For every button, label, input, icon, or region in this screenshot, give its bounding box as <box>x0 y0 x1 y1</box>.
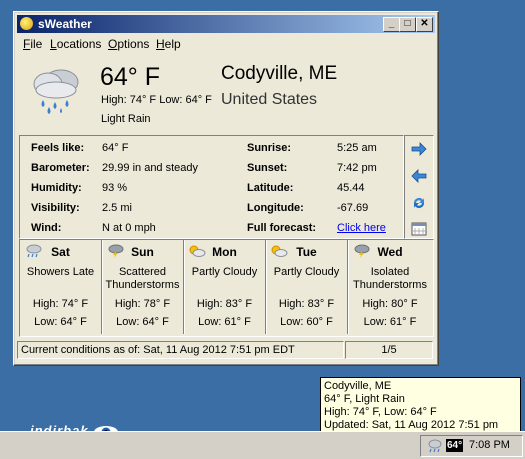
latitude-value: 45.44 <box>337 182 365 194</box>
forecast-high: High: 83° F <box>278 298 335 310</box>
tooltip-location: Codyville, ME <box>324 380 392 392</box>
forecast-condition: Partly Cloudy <box>191 266 258 278</box>
maximize-button[interactable]: □ <box>399 17 416 32</box>
visibility-value: 2.5 mi <box>102 202 132 214</box>
longitude-label: Longitude: <box>247 202 304 214</box>
menu-help[interactable]: Help <box>156 37 181 51</box>
forecast-day-name: Sat <box>51 245 70 259</box>
forecast-day-sun: Sun Scattered Thunderstorms High: 78° F … <box>102 240 184 334</box>
latitude-label: Latitude: <box>247 182 294 194</box>
feels-like-value: 64° F <box>102 142 129 154</box>
location-country: United States <box>221 91 318 108</box>
menu-file[interactable]: File <box>23 37 42 51</box>
rain-cloud-icon <box>33 69 79 114</box>
status-page-indicator: 1/5 <box>345 341 433 359</box>
forecast-high: High: 80° F <box>362 298 418 310</box>
sunrise-label: Sunrise: <box>247 142 292 154</box>
tray-temperature[interactable]: 64° <box>446 439 464 452</box>
forecast-condition: Partly Cloudy <box>273 266 340 278</box>
barometer-value: 29.99 in and steady <box>102 162 199 174</box>
tooltip-conditions: 64° F, Light Rain <box>324 393 405 405</box>
current-temperature: 64° F <box>100 63 161 91</box>
forecast-condition: Scattered Thunderstorms <box>105 266 180 291</box>
menu-locations[interactable]: Locations <box>50 37 101 51</box>
location-city: Codyville, ME <box>221 63 338 84</box>
humidity-value: 93 % <box>102 182 128 194</box>
sunset-label: Sunset: <box>247 162 288 174</box>
minimize-button[interactable]: _ <box>383 17 400 32</box>
title-bar[interactable]: sWeather _ □ ✕ <box>17 15 435 33</box>
sun-app-icon <box>20 17 33 30</box>
arrow-right-icon[interactable] <box>411 142 427 156</box>
system-tray: 64° 7:08 PM <box>420 435 523 457</box>
status-conditions: Current conditions as of: Sat, 11 Aug 20… <box>17 341 344 359</box>
sunrise-value: 5:25 am <box>337 142 377 154</box>
feels-like-row: Feels like: <box>31 142 84 160</box>
forecast-low: Low: 64° F <box>116 316 169 328</box>
forecast-condition: Isolated Thunderstorms <box>353 266 427 291</box>
status-bar: Current conditions as of: Sat, 11 Aug 20… <box>17 341 433 359</box>
humidity-label: Humidity: <box>31 182 82 194</box>
forecast-day-tue: Tue Partly Cloudy High: 83° F Low: 60° F <box>266 240 348 334</box>
forecast-day-wed: Wed Isolated Thunderstorms High: 80° F L… <box>348 240 432 334</box>
barometer-label: Barometer: <box>31 162 90 174</box>
tray-tooltip: Codyville, ME 64° F, Light Rain High: 74… <box>320 377 521 444</box>
full-forecast-link[interactable]: Click here <box>337 222 386 234</box>
longitude-value: -67.69 <box>337 202 369 214</box>
forecast-low: Low: 64° F <box>34 316 87 328</box>
close-button[interactable]: ✕ <box>416 17 433 32</box>
menu-options[interactable]: Options <box>108 37 149 51</box>
forecast-low: Low: 61° F <box>198 316 251 328</box>
forecast-low: Low: 60° F <box>280 316 333 328</box>
sunset-value: 7:42 pm <box>337 162 377 174</box>
wind-label: Wind: <box>31 222 62 234</box>
details-panel: Feels like: 64° F Barometer: 29.99 in an… <box>19 135 404 239</box>
window-title: sWeather <box>38 17 92 31</box>
taskbar-clock[interactable]: 7:08 PM <box>469 439 510 451</box>
current-high-low: High: 74° F Low: 64° F <box>101 94 212 106</box>
wind-value: N at 0 mph <box>102 222 156 234</box>
forecast-condition: Showers Late <box>26 266 95 278</box>
forecast-day-sat: Sat Showers Late High: 74° F Low: 64° F <box>20 240 102 334</box>
current-condition: Light Rain <box>101 113 151 125</box>
forecast-day-name: Wed <box>377 245 403 259</box>
refresh-icon[interactable] <box>411 196 427 210</box>
forecast-high: High: 78° F <box>114 298 171 310</box>
forecast-low: Low: 61° F <box>363 316 417 328</box>
feels-like-label: Feels like: <box>31 142 85 154</box>
taskbar: 64° 7:08 PM <box>0 431 525 459</box>
forecast-panel: Sat Showers Late High: 74° F Low: 64° F … <box>19 239 434 337</box>
tooltip-high-low: High: 74° F, Low: 64° F <box>324 406 437 418</box>
side-toolbar <box>404 135 434 239</box>
forecast-day-name: Sun <box>131 245 154 259</box>
arrow-left-icon[interactable] <box>411 169 427 183</box>
tray-weather-icon[interactable] <box>426 438 442 453</box>
forecast-high: High: 74° F <box>32 298 89 310</box>
full-forecast-label: Full forecast: <box>247 222 317 234</box>
forecast-day-name: Tue <box>296 245 317 259</box>
forecast-day-mon: Mon Partly Cloudy High: 83° F Low: 61° F <box>184 240 266 334</box>
forecast-day-name: Mon <box>212 245 237 259</box>
calendar-icon[interactable] <box>411 222 427 236</box>
sweather-window: sWeather _ □ ✕ File Locations Options He… <box>13 11 439 366</box>
visibility-label: Visibility: <box>31 202 80 214</box>
forecast-high: High: 83° F <box>196 298 253 310</box>
